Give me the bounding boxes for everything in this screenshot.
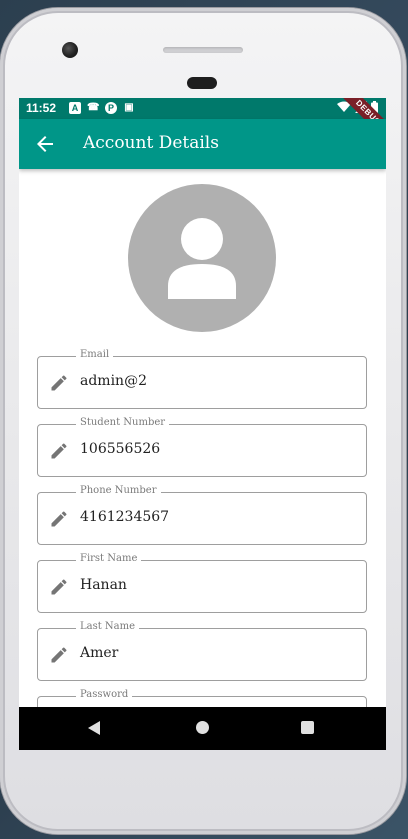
phone-frame: 11:52 A ☎ P ▣ DEBUG Account Details Emai…: [0, 8, 406, 834]
status-time: 11:52: [26, 101, 57, 115]
screen: 11:52 A ☎ P ▣ DEBUG Account Details Emai…: [19, 98, 386, 750]
first-name-label: First Name: [76, 553, 142, 564]
nav-back-icon[interactable]: [88, 721, 100, 735]
earpiece-speaker: [163, 47, 243, 53]
student-number-value: 106556526: [80, 441, 161, 457]
front-camera: [62, 42, 78, 58]
account-form: Email admin@2 Student Number 106556526 P…: [19, 169, 386, 707]
pencil-icon: [51, 443, 67, 459]
pencil-icon: [51, 647, 67, 663]
email-label: Email: [76, 349, 114, 360]
notification-sd-icon: ▣: [124, 102, 134, 113]
last-name-value: Amer: [80, 645, 119, 661]
notification-p-icon: P: [105, 102, 117, 114]
student-number-label: Student Number: [76, 417, 170, 428]
password-field[interactable]: Password: [37, 689, 367, 707]
proximity-sensor: [187, 77, 217, 89]
email-field[interactable]: Email admin@2: [37, 349, 367, 409]
last-name-field[interactable]: Last Name Amer: [37, 621, 367, 681]
nav-home-icon[interactable]: [196, 721, 209, 734]
notification-icons: A ☎ P ▣: [69, 102, 135, 114]
first-name-value: Hanan: [80, 577, 127, 593]
student-number-field[interactable]: Student Number 106556526: [37, 417, 367, 477]
pencil-icon: [51, 375, 67, 391]
app-bar: Account Details: [19, 119, 386, 169]
notification-call-icon: ☎: [87, 102, 100, 113]
person-icon: [168, 218, 236, 299]
back-arrow-icon[interactable]: [33, 132, 57, 156]
phone-number-label: Phone Number: [76, 485, 161, 496]
avatar[interactable]: [128, 184, 276, 332]
pencil-icon: [51, 511, 67, 527]
phone-number-field[interactable]: Phone Number 4161234567: [37, 485, 367, 545]
last-name-label: Last Name: [76, 621, 140, 632]
system-nav-bar: [19, 707, 386, 750]
first-name-field[interactable]: First Name Hanan: [37, 553, 367, 613]
email-value: admin@2: [80, 373, 147, 389]
notification-a-icon: A: [69, 102, 81, 114]
phone-number-value: 4161234567: [80, 509, 170, 525]
password-label: Password: [76, 689, 133, 700]
page-title: Account Details: [83, 133, 219, 153]
pencil-icon: [51, 579, 67, 595]
status-bar: 11:52 A ☎ P ▣ DEBUG: [19, 98, 386, 147]
nav-recents-icon[interactable]: [301, 721, 314, 734]
